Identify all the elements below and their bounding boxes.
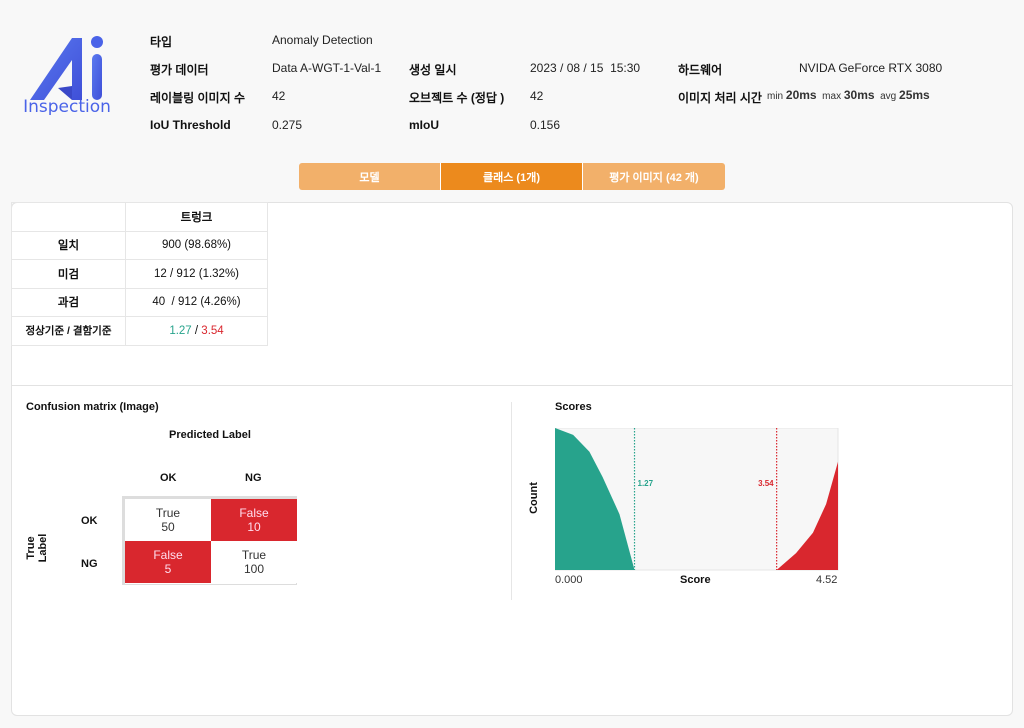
type-value: Anomaly Detection	[272, 33, 373, 47]
section-divider	[12, 385, 1012, 386]
predicted-label: Predicted Label	[169, 429, 251, 441]
tab-bar: 모델 클래스 (1개) 평가 이미지 (42 개)	[299, 163, 725, 190]
min-value: 20ms	[785, 88, 817, 102]
max-value: 30ms	[843, 88, 875, 102]
cm-cell-fp: False 10	[211, 499, 297, 541]
type-label: 타입	[150, 35, 173, 49]
row-label: 일치	[11, 230, 126, 260]
tab-model[interactable]: 모델	[299, 163, 441, 190]
objects-label: 오브젝트 수 (정답 )	[409, 91, 505, 105]
row-ok: OK	[81, 515, 98, 527]
separator: /	[191, 324, 202, 337]
objects-value: 42	[530, 89, 544, 103]
row-value: 12 / 912 (1.32%)	[125, 259, 268, 289]
min-label: min	[767, 91, 784, 102]
chart-ylabel: Count	[528, 482, 540, 514]
eval-data-value: Data A-WGT-1-Val-1	[272, 61, 382, 75]
normal-threshold: 1.27	[169, 324, 192, 337]
defect-threshold: 3.54	[201, 324, 224, 337]
iou-threshold-label: IoU Threshold	[150, 118, 231, 132]
created-label: 생성 일시	[409, 63, 457, 77]
chart-title: Scores	[555, 401, 592, 413]
table-corner	[11, 202, 126, 232]
tab-eval-images[interactable]: 평가 이미지 (42 개)	[583, 163, 725, 190]
table-row: 미검 12 / 912 (1.32%)	[11, 259, 268, 289]
created-value: 2023 / 08 / 15 15:30	[530, 61, 641, 75]
column-divider	[511, 402, 512, 600]
avg-value: 25ms	[899, 88, 930, 102]
proc-time-values: min 20ms max 30ms avg 25ms	[767, 88, 930, 102]
table-row: 과검 40 / 912 (4.26%)	[11, 287, 268, 317]
max-label: max	[822, 91, 842, 102]
iou-threshold-value: 0.275	[272, 118, 303, 132]
cm-cell-tp: True 50	[125, 499, 211, 541]
eval-data-label: 평가 데이터	[150, 63, 209, 77]
labeled-images-label: 레이블링 이미지 수	[150, 91, 245, 105]
col-ng: NG	[245, 472, 262, 484]
row-value: 40 / 912 (4.26%)	[125, 287, 268, 317]
hardware-label: 하드웨어	[678, 63, 723, 77]
table-row: 정상기준 / 결함기준 1.27 / 3.54	[11, 316, 268, 346]
proc-time-label: 이미지 처리 시간	[678, 91, 762, 105]
row-label: 미검	[11, 259, 126, 289]
row-ng: NG	[81, 558, 98, 570]
x-tick-max: 4.52	[816, 574, 838, 586]
hardware-value: NVIDA GeForce RTX 3080	[799, 61, 943, 75]
miou-label: mIoU	[409, 118, 439, 132]
row-value: 1.27 / 3.54	[125, 316, 268, 346]
miou-value: 0.156	[530, 118, 561, 132]
avg-label: avg	[880, 91, 897, 102]
col-ok: OK	[160, 472, 177, 484]
confusion-title: Confusion matrix (Image)	[26, 401, 159, 413]
tab-class[interactable]: 클래스 (1개)	[441, 163, 583, 190]
logo: Inspection	[20, 30, 115, 117]
true-label: True Label	[25, 533, 49, 563]
scores-chart: 1.27 3.54	[555, 428, 839, 571]
threshold-label-1: 3.54	[758, 479, 774, 488]
x-tick-min: 0.000	[555, 574, 583, 586]
row-label: 정상기준 / 결함기준	[11, 316, 126, 346]
threshold-label-0: 1.27	[638, 479, 654, 488]
table-header-class: 트렁크	[125, 202, 268, 232]
cm-cell-tn: True 100	[211, 541, 297, 583]
table-row: 일치 900 (98.68%)	[11, 230, 268, 260]
row-label: 과검	[11, 287, 126, 317]
svg-text:Inspection: Inspection	[23, 97, 111, 115]
cm-cell-fn: False 5	[125, 541, 211, 583]
chart-xlabel: Score	[680, 574, 711, 586]
row-value: 900 (98.68%)	[125, 230, 268, 260]
labeled-images-value: 42	[272, 89, 286, 103]
class-table: 트렁크 일치 900 (98.68%) 미검 12 / 912 (1.32%) 과검…	[11, 202, 268, 346]
